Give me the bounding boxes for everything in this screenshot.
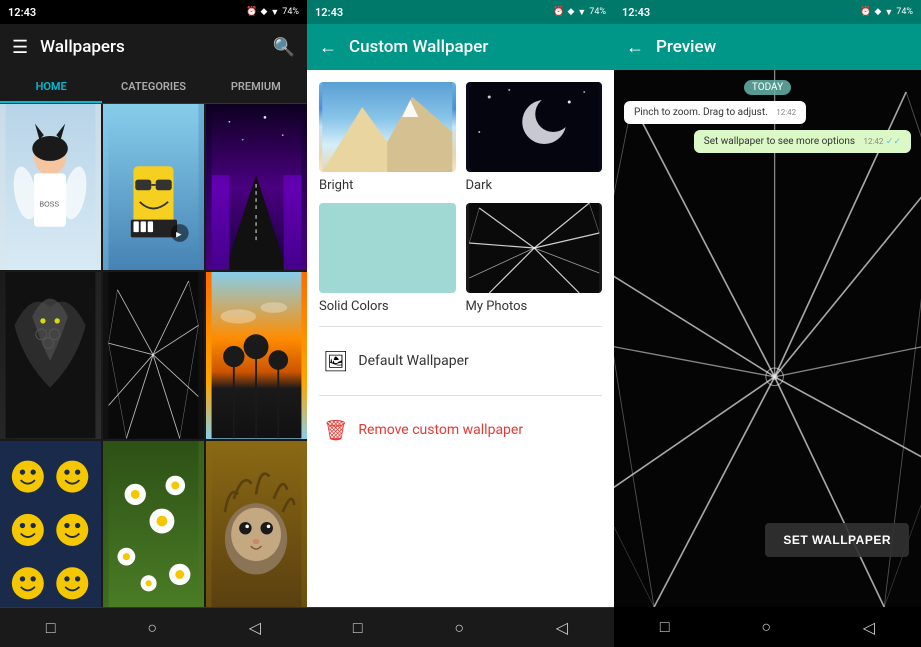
status-icons-1: ⏰ ◆ ▼ 74% bbox=[246, 7, 299, 18]
search-icon[interactable]: 🔍 bbox=[273, 37, 295, 58]
nav-square-btn-1[interactable]: □ bbox=[46, 618, 56, 638]
status-time-2: 12:43 bbox=[315, 6, 343, 19]
dark-preview bbox=[466, 82, 603, 172]
chat-bubble-right-wrapper: Set wallpaper to see more options 12:42 … bbox=[624, 130, 911, 153]
panel3-header: 12:43 ⏰ ◆ ▼ 74% ← Preview bbox=[614, 0, 921, 70]
remove-wallpaper-option[interactable]: 🗑 Remove custom wallpaper bbox=[319, 408, 602, 452]
panel3-title: Preview bbox=[656, 37, 716, 57]
bright-preview bbox=[319, 82, 456, 172]
wifi-icon-3: ▼ bbox=[884, 7, 893, 18]
wallpaper-item-6[interactable] bbox=[206, 272, 307, 438]
chat-time-2: 12:42 bbox=[864, 137, 884, 146]
wallpaper-item-5[interactable] bbox=[103, 272, 204, 438]
status-bar-1: 12:43 ⏰ ◆ ▼ 74% bbox=[0, 0, 307, 24]
panel-wallpapers: 12:43 ⏰ ◆ ▼ 74% ☰ Wallpapers 🔍 HOME CATE… bbox=[0, 0, 307, 647]
wallpaper-item-4[interactable] bbox=[0, 272, 101, 438]
bottom-nav-1: □ ○ ◁ bbox=[0, 607, 307, 647]
wallpaper-item-8[interactable] bbox=[103, 441, 204, 607]
status-time-1: 12:43 bbox=[8, 6, 36, 19]
back-button-3[interactable]: ← bbox=[626, 37, 644, 58]
panel2-title: Custom Wallpaper bbox=[349, 37, 488, 57]
option-dark[interactable]: Dark bbox=[466, 82, 603, 193]
divider-1 bbox=[319, 326, 602, 327]
panel3-title-row: ← Preview bbox=[614, 24, 921, 70]
status-bar-3: 12:43 ⏰ ◆ ▼ 74% bbox=[614, 0, 921, 24]
chat-container: TODAY Pinch to zoom. Drag to adjust. 12:… bbox=[614, 80, 921, 153]
myphotos-label: My Photos bbox=[466, 299, 603, 314]
default-wallpaper-option[interactable]: 🖼 Default Wallpaper bbox=[319, 339, 602, 383]
dark-label: Dark bbox=[466, 178, 603, 193]
panel-custom-wallpaper: 12:43 ⏰ ◆ ▼ 74% ← Custom Wallpaper bbox=[307, 0, 614, 647]
wallpaper-item-2[interactable]: ▶ bbox=[103, 104, 204, 270]
divider-2 bbox=[319, 395, 602, 396]
option-bright[interactable]: Bright bbox=[319, 82, 456, 193]
nav-circle-btn-2[interactable]: ○ bbox=[454, 618, 464, 638]
chat-text-2: Set wallpaper to see more options bbox=[704, 136, 855, 147]
option-myphotos[interactable]: My Photos bbox=[466, 203, 603, 314]
nav-back-btn-2[interactable]: ◁ bbox=[556, 618, 568, 637]
nav-square-btn-3[interactable]: □ bbox=[660, 617, 670, 637]
default-wallpaper-label: Default Wallpaper bbox=[358, 353, 468, 369]
nav-square-btn-2[interactable]: □ bbox=[353, 618, 363, 638]
battery-icon-3: 74% bbox=[896, 7, 913, 17]
panel2-header: 12:43 ⏰ ◆ ▼ 74% ← Custom Wallpaper bbox=[307, 0, 614, 70]
svg-text:BOSS: BOSS bbox=[39, 200, 59, 208]
signal-icon: ◆ bbox=[260, 7, 267, 17]
wallpaper-item-7[interactable] bbox=[0, 441, 101, 607]
svg-text:▶: ▶ bbox=[176, 231, 182, 239]
set-wallpaper-bar: SET WALLPAPER bbox=[614, 523, 921, 557]
wallpaper-item-1[interactable]: BOSS bbox=[0, 104, 101, 270]
remove-wallpaper-label: Remove custom wallpaper bbox=[358, 422, 523, 438]
wallpaper-item-9[interactable] bbox=[206, 441, 307, 607]
nav-circle-btn-3[interactable]: ○ bbox=[761, 617, 771, 637]
panel2-title-row: ← Custom Wallpaper bbox=[307, 24, 614, 70]
wifi-icon-2: ▼ bbox=[577, 7, 586, 18]
wallpaper-grid: BOSS bbox=[0, 104, 307, 607]
status-icons-2: ⏰ ◆ ▼ 74% bbox=[553, 7, 606, 18]
nav-back-btn-1[interactable]: ◁ bbox=[249, 618, 261, 637]
today-badge: TODAY bbox=[744, 80, 791, 95]
solid-preview bbox=[319, 203, 456, 293]
default-wallpaper-icon: 🖼 bbox=[323, 349, 348, 373]
menu-icon[interactable]: ☰ bbox=[12, 37, 28, 58]
battery-icon-2: 74% bbox=[589, 7, 606, 17]
bright-label: Bright bbox=[319, 178, 456, 193]
solid-label: Solid Colors bbox=[319, 299, 456, 314]
panel2-content: Bright bbox=[307, 70, 614, 607]
alarm-icon: ⏰ bbox=[246, 7, 257, 17]
tab-categories[interactable]: CATEGORIES bbox=[102, 70, 204, 103]
bottom-nav-2: □ ○ ◁ bbox=[307, 607, 614, 647]
chat-time-1: 12:42 bbox=[776, 108, 796, 117]
chat-bubble-1: Pinch to zoom. Drag to adjust. 12:42 bbox=[624, 101, 806, 124]
alarm-icon-3: ⏰ bbox=[860, 7, 871, 17]
chat-text-1: Pinch to zoom. Drag to adjust. bbox=[634, 107, 768, 118]
status-time-3: 12:43 bbox=[622, 6, 650, 19]
nav-back-btn-3[interactable]: ◁ bbox=[863, 618, 875, 637]
signal-icon-2: ◆ bbox=[567, 7, 574, 17]
option-solid[interactable]: Solid Colors bbox=[319, 203, 456, 314]
panel-preview: 12:43 ⏰ ◆ ▼ 74% ← Preview bbox=[614, 0, 921, 647]
chat-bubble-2: Set wallpaper to see more options 12:42 … bbox=[694, 130, 911, 153]
alarm-icon-2: ⏰ bbox=[553, 7, 564, 17]
preview-background: TODAY Pinch to zoom. Drag to adjust. 12:… bbox=[614, 70, 921, 607]
nav-circle-btn-1[interactable]: ○ bbox=[147, 618, 157, 638]
remove-wallpaper-icon: 🗑 bbox=[323, 418, 348, 442]
myphotos-preview bbox=[466, 203, 603, 293]
set-wallpaper-button[interactable]: SET WALLPAPER bbox=[765, 523, 909, 557]
wallpaper-options-grid: Bright bbox=[319, 82, 602, 314]
app-title-1: Wallpapers bbox=[40, 37, 260, 57]
wallpaper-item-3[interactable] bbox=[206, 104, 307, 270]
nav-tabs: HOME CATEGORIES PREMIUM bbox=[0, 70, 307, 104]
status-icons-3: ⏰ ◆ ▼ 74% bbox=[860, 7, 913, 18]
tab-home[interactable]: HOME bbox=[0, 70, 102, 103]
app-header-1: ☰ Wallpapers 🔍 bbox=[0, 24, 307, 70]
back-button-2[interactable]: ← bbox=[319, 37, 337, 58]
wifi-icon: ▼ bbox=[270, 7, 279, 18]
tab-premium[interactable]: PREMIUM bbox=[205, 70, 307, 103]
chat-check-icon: ✓✓ bbox=[886, 137, 901, 147]
bottom-nav-3: □ ○ ◁ bbox=[614, 607, 921, 647]
signal-icon-3: ◆ bbox=[874, 7, 881, 17]
status-bar-2: 12:43 ⏰ ◆ ▼ 74% bbox=[307, 0, 614, 24]
battery-icon: 74% bbox=[282, 7, 299, 17]
